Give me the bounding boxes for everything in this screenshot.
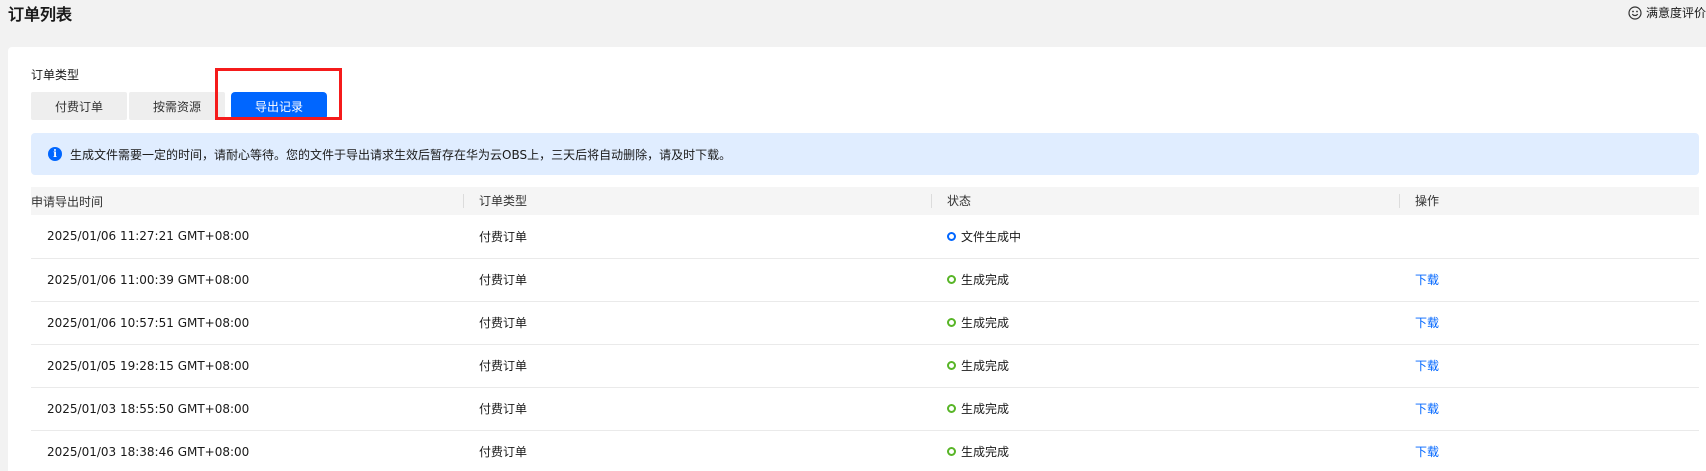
table-row: 2025/01/06 10:57:51 GMT+08:00 付费订单 生成完成 …	[31, 301, 1699, 344]
column-header-action: 操作	[1399, 187, 1699, 215]
cell-time: 2025/01/03 18:55:50 GMT+08:00	[47, 401, 250, 416]
cell-status: 生成完成	[947, 387, 1415, 430]
download-link[interactable]: 下载	[1415, 316, 1439, 330]
smile-icon	[1628, 6, 1642, 20]
content-card: 订单类型 付费订单 按需资源 导出记录 i 生成文件需要一定的时间，请耐心等待。…	[8, 47, 1706, 471]
notice-banner: i 生成文件需要一定的时间，请耐心等待。您的文件于导出请求生效后暂存在华为云OB…	[31, 133, 1699, 175]
status-dot-icon	[947, 231, 956, 241]
table-row: 2025/01/03 18:38:46 GMT+08:00 付费订单 生成完成 …	[31, 430, 1699, 471]
cell-type: 付费订单	[479, 445, 528, 459]
cell-action: 下载	[1415, 344, 1699, 387]
notice-text: 生成文件需要一定的时间，请耐心等待。您的文件于导出请求生效后暂存在华为云OBS上…	[70, 147, 732, 162]
cell-type: 付费订单	[479, 402, 528, 416]
status-dot-icon	[947, 447, 956, 456]
feedback-link[interactable]: 满意度评价	[1628, 4, 1706, 22]
table-row: 2025/01/05 19:28:15 GMT+08:00 付费订单 生成完成 …	[31, 344, 1699, 387]
cell-status: 生成完成	[947, 301, 1415, 344]
cell-time: 2025/01/06 11:00:39 GMT+08:00	[47, 272, 250, 287]
download-link[interactable]: 下载	[1415, 359, 1439, 373]
table-row: 2025/01/06 11:00:39 GMT+08:00 付费订单 生成完成 …	[31, 258, 1699, 301]
cell-action: 下载	[1415, 258, 1699, 301]
column-header-time: 申请导出时间	[31, 194, 104, 209]
cell-status: 生成完成	[947, 344, 1415, 387]
page-title: 订单列表	[8, 5, 73, 24]
cell-time: 2025/01/06 11:27:21 GMT+08:00	[47, 229, 250, 244]
table-header-row: 申请导出时间 订单类型 状态 操作	[31, 187, 1699, 215]
cell-action: 下载	[1415, 387, 1699, 430]
cell-time: 2025/01/05 19:28:15 GMT+08:00	[47, 358, 250, 373]
cell-action: 下载	[1415, 430, 1699, 471]
cell-action: 下载	[1415, 301, 1699, 344]
info-icon: i	[48, 147, 62, 161]
status-dot-icon	[947, 361, 956, 370]
cell-status: 文件生成中	[947, 215, 1415, 258]
cell-type: 付费订单	[479, 359, 528, 373]
download-link[interactable]: 下载	[1415, 402, 1439, 416]
table-row: 2025/01/03 18:55:50 GMT+08:00 付费订单 生成完成 …	[31, 387, 1699, 430]
download-link[interactable]: 下载	[1415, 273, 1439, 287]
column-header-status: 状态	[931, 187, 1415, 215]
cell-action	[1415, 215, 1699, 258]
status-dot-icon	[947, 275, 956, 284]
cell-type: 付费订单	[479, 273, 528, 287]
order-type-label: 订单类型	[31, 68, 80, 82]
table-row: 2025/01/06 11:27:21 GMT+08:00 付费订单 文件生成中	[31, 215, 1699, 258]
status-dot-icon	[947, 404, 956, 413]
tab-on-demand-resources[interactable]: 按需资源	[129, 92, 225, 120]
feedback-label: 满意度评价	[1645, 6, 1706, 20]
cell-type: 付费订单	[479, 316, 528, 330]
highlight-annotation-box	[215, 68, 342, 120]
cell-time: 2025/01/03 18:38:46 GMT+08:00	[47, 444, 250, 459]
status-dot-icon	[947, 318, 956, 327]
download-link[interactable]: 下载	[1415, 445, 1439, 459]
cell-type: 付费订单	[479, 229, 528, 244]
tab-paid-orders[interactable]: 付费订单	[31, 92, 127, 120]
cell-status: 生成完成	[947, 258, 1415, 301]
column-header-type: 订单类型	[463, 187, 947, 215]
export-records-table: 申请导出时间 订单类型 状态 操作 2025/01/06 11:27:21 GM…	[31, 187, 1699, 471]
cell-status: 生成完成	[947, 430, 1415, 471]
cell-time: 2025/01/06 10:57:51 GMT+08:00	[47, 315, 250, 330]
